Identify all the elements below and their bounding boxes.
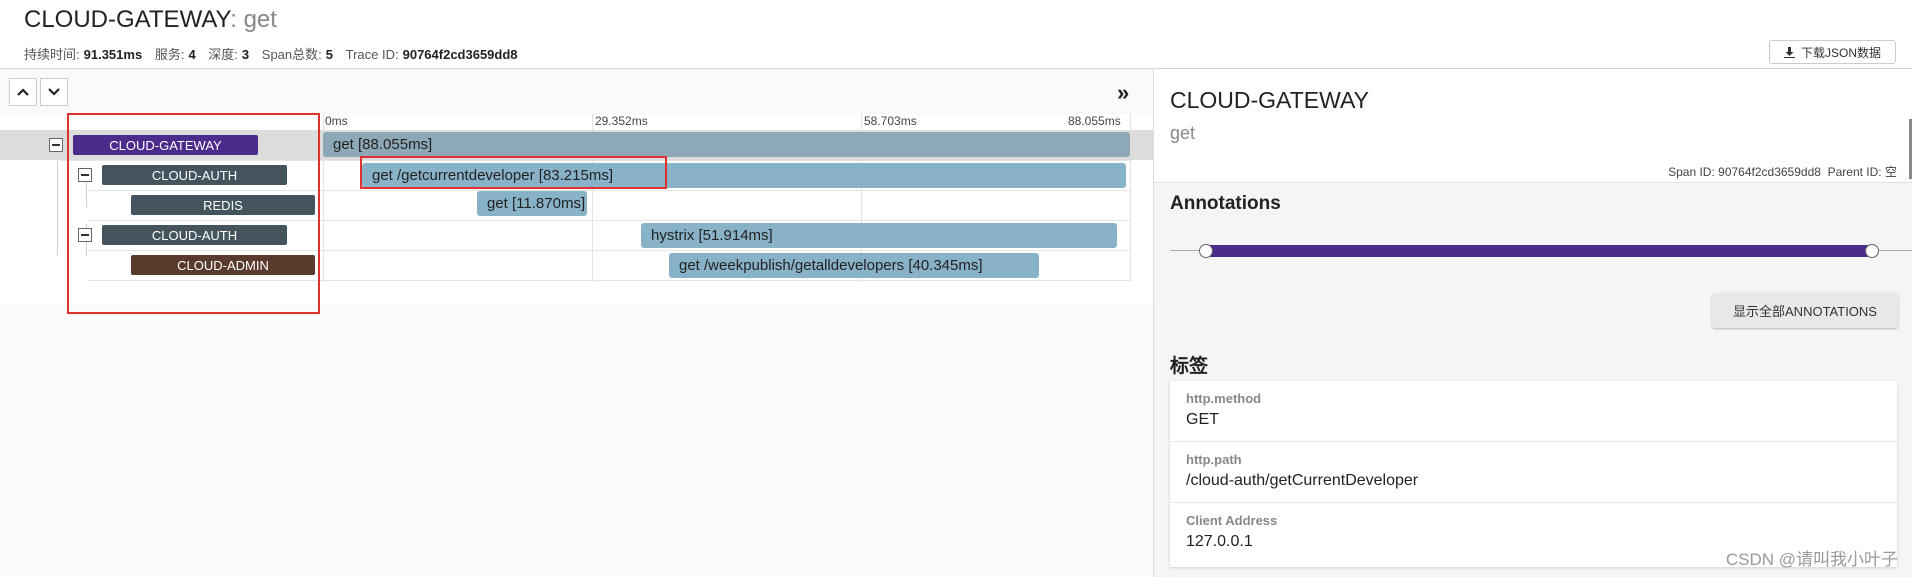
show-all-annotations-button[interactable]: 显示全部ANNOTATIONS — [1712, 293, 1898, 328]
service-label[interactable]: CLOUD-ADMIN — [131, 255, 315, 275]
tag-value: 127.0.0.1 — [1186, 533, 1253, 550]
span-row[interactable]: CLOUD-AUTH hystrix [51.914ms] — [0, 220, 1153, 250]
tag-key: Client Address — [1186, 513, 1278, 528]
span-bar[interactable]: get /getcurrentdeveloper [83.215ms] — [362, 163, 1126, 188]
span-row[interactable]: REDIS get [11.870ms] — [0, 190, 1153, 220]
tags-heading: 标签 — [1170, 356, 1209, 377]
span-row-selected[interactable]: CLOUD-GATEWAY get [88.055ms] — [0, 130, 1153, 160]
page-title: CLOUD-GATEWAY: get — [24, 6, 277, 34]
span-row[interactable]: CLOUD-ADMIN get /weekpublish/getalldevel… — [0, 250, 1153, 280]
tick-label: 58.703ms — [864, 114, 917, 128]
tag-value: GET — [1186, 411, 1219, 428]
prev-span-button[interactable] — [9, 78, 37, 106]
detail-service-name: CLOUD-GATEWAY — [1170, 87, 1369, 113]
span-row[interactable]: CLOUD-AUTH get /getcurrentdeveloper [83.… — [0, 160, 1153, 190]
span-id-label: Span ID: — [1668, 165, 1715, 179]
chevron-up-icon — [17, 88, 29, 96]
depth-value: 3 — [241, 47, 250, 62]
collapse-toggle[interactable] — [78, 228, 92, 242]
trace-timeline-panel: » 0ms 29.352ms 58.703ms 88.055ms CLOUD-G… — [0, 69, 1153, 577]
parent-id-value: 空 — [1884, 165, 1897, 179]
span-id-info: Span ID: 90764f2cd3659dd8 Parent ID: 空 — [1668, 163, 1897, 180]
collapse-toggle[interactable] — [49, 138, 63, 152]
annotations-duration-bar — [1205, 245, 1870, 257]
tag-key: http.method — [1186, 391, 1262, 406]
parent-id-label: Parent ID: — [1827, 165, 1882, 179]
service-label[interactable]: CLOUD-GATEWAY — [73, 135, 258, 155]
annotation-end-marker[interactable] — [1865, 244, 1879, 258]
collapse-detail-icon[interactable]: » — [1117, 80, 1129, 106]
title-operation: : get — [230, 6, 277, 33]
next-span-button[interactable] — [40, 78, 68, 106]
tick-label: 0ms — [325, 114, 348, 128]
annotation-start-marker[interactable] — [1199, 244, 1213, 258]
span-count-value: 5 — [325, 47, 333, 62]
span-bar[interactable]: get /weekpublish/getalldevelopers [40.34… — [669, 253, 1039, 278]
duration-label: 持续时间: — [24, 47, 80, 62]
download-json-label: 下载JSON数据 — [1800, 45, 1881, 60]
watermark: CSDN @请叫我小叶子 — [1725, 550, 1898, 569]
span-id-value: 90764f2cd3659dd8 — [1718, 165, 1821, 179]
duration-value: 91.351ms — [83, 47, 143, 62]
chevron-down-icon — [48, 88, 60, 96]
collapse-toggle[interactable] — [78, 168, 92, 182]
trace-id-label: Trace ID: — [345, 47, 399, 62]
tick-label: 29.352ms — [595, 114, 648, 128]
span-count-label: Span总数: — [261, 47, 322, 62]
timeline-grid: 0ms 29.352ms 58.703ms 88.055ms CLOUD-GAT… — [0, 114, 1153, 304]
tags-list: http.method GET http.path /cloud-auth/ge… — [1170, 381, 1897, 567]
service-label[interactable]: REDIS — [131, 195, 315, 215]
tag-key: http.path — [1186, 452, 1242, 467]
download-icon — [1783, 46, 1795, 58]
service-label[interactable]: CLOUD-AUTH — [102, 165, 287, 185]
detail-operation: get — [1170, 123, 1196, 143]
tick-label: 88.055ms — [1068, 114, 1121, 128]
download-json-button[interactable]: 下载JSON数据 — [1768, 40, 1896, 64]
trace-summary: 持续时间: 91.351ms 服务: 4 深度: 3 Span总数: 5 Trace I… — [24, 44, 527, 63]
tag-item: http.path /cloud-auth/getCurrentDevelope… — [1170, 442, 1897, 503]
services-value: 4 — [188, 47, 196, 62]
row-divider — [88, 280, 1130, 281]
trace-header: CLOUD-GATEWAY: get 持续时间: 91.351ms 服务: 4 深度… — [0, 0, 1912, 69]
title-service: CLOUD-GATEWAY — [24, 6, 231, 33]
span-bar[interactable]: hystrix [51.914ms] — [641, 223, 1117, 248]
span-detail-header: CLOUD-GATEWAY get Span ID: 90764f2cd3659… — [1154, 69, 1912, 183]
span-bar[interactable]: get [11.870ms] — [477, 191, 587, 216]
trace-id-value: 90764f2cd3659dd8 — [402, 47, 518, 62]
span-detail-panel: CLOUD-GATEWAY get Span ID: 90764f2cd3659… — [1153, 69, 1912, 577]
tag-item: http.method GET — [1170, 381, 1897, 442]
services-label: 服务: — [154, 47, 185, 62]
service-label[interactable]: CLOUD-AUTH — [102, 225, 287, 245]
tag-value: /cloud-auth/getCurrentDeveloper — [1186, 472, 1419, 489]
depth-label: 深度: — [208, 47, 238, 62]
span-bar[interactable]: get [88.055ms] — [323, 132, 1130, 157]
annotations-heading: Annotations — [1170, 193, 1281, 214]
